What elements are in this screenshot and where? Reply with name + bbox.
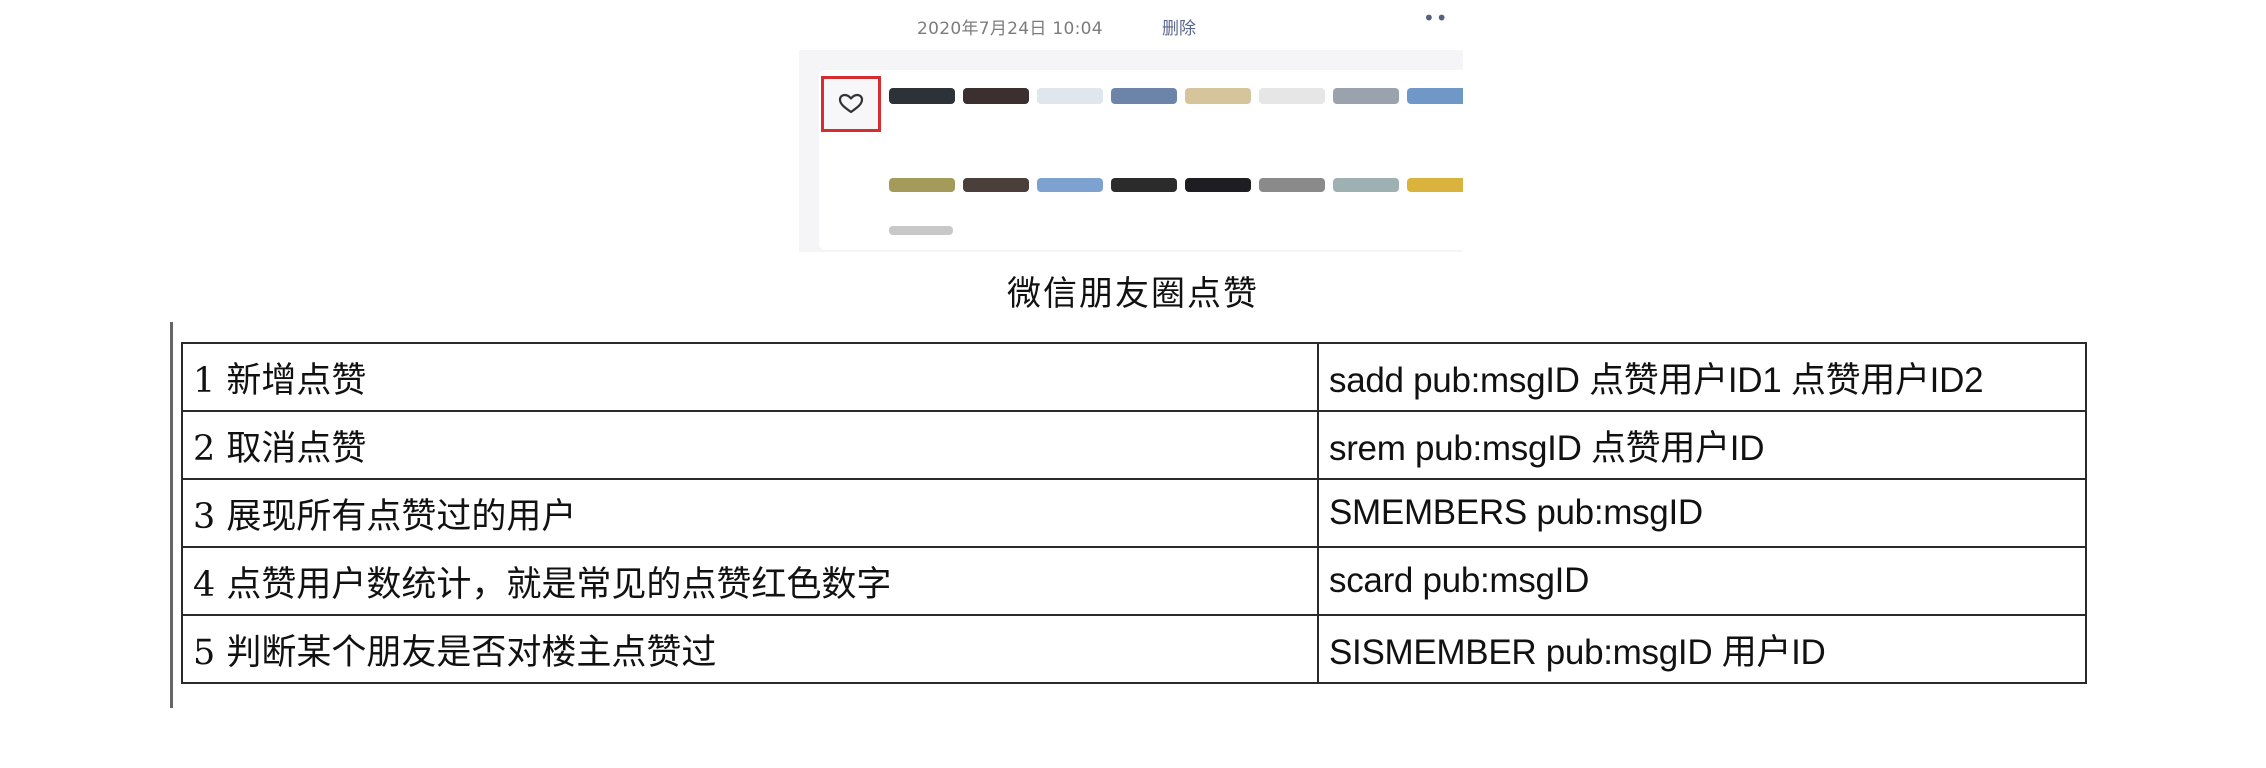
- liker-avatar[interactable]: [1037, 88, 1103, 104]
- table-row: 3 展现所有点赞过的用户 SMEMBERS pub:msgID: [181, 478, 2087, 548]
- operation-description: 3 展现所有点赞过的用户: [181, 478, 1319, 548]
- table-row: 5 判断某个朋友是否对楼主点赞过 SISMEMBER pub:msgID 用户I…: [181, 614, 2087, 684]
- operation-description: 4 点赞用户数统计，就是常见的点赞红色数字: [181, 546, 1319, 616]
- more-options-icon[interactable]: ••: [1423, 8, 1449, 28]
- liker-avatar[interactable]: [1037, 178, 1103, 192]
- liker-avatar[interactable]: [963, 178, 1029, 192]
- delete-link[interactable]: 删除: [1162, 14, 1196, 39]
- redis-command: SISMEMBER pub:msgID 用户ID: [1317, 614, 2087, 684]
- like-button[interactable]: [821, 76, 881, 132]
- post-header: 2020年7月24日 10:04 删除 ••: [799, 0, 1463, 50]
- redis-command: sadd pub:msgID 点赞用户ID1 点赞用户ID2: [1317, 342, 2087, 412]
- liker-avatar[interactable]: [889, 178, 955, 192]
- liker-avatar[interactable]: [1185, 88, 1251, 104]
- heart-outline-icon: [838, 93, 864, 114]
- liker-avatar[interactable]: [1259, 88, 1325, 104]
- redis-set-commands-table: 1 新增点赞 sadd pub:msgID 点赞用户ID1 点赞用户ID2 2 …: [181, 342, 2087, 684]
- table-row: 4 点赞用户数统计，就是常见的点赞红色数字 scard pub:msgID: [181, 546, 2087, 616]
- liker-avatar[interactable]: [1185, 178, 1251, 192]
- moments-post-screenshot: 2020年7月24日 10:04 删除 ••: [799, 0, 1463, 252]
- liker-avatar[interactable]: [889, 88, 955, 104]
- liker-avatar[interactable]: [963, 88, 1029, 104]
- redis-command: SMEMBERS pub:msgID: [1317, 478, 2087, 548]
- liker-avatar[interactable]: [1333, 88, 1399, 104]
- liker-avatar[interactable]: [1407, 88, 1463, 104]
- post-timestamp: 2020年7月24日 10:04: [917, 19, 1103, 39]
- liker-avatar[interactable]: [1259, 178, 1325, 192]
- scrollbar-thumb[interactable]: [889, 226, 953, 235]
- figure-caption: 微信朋友圈点赞: [1007, 274, 1259, 314]
- redis-command: srem pub:msgID 点赞用户ID: [1317, 410, 2087, 480]
- operation-description: 1 新增点赞: [181, 342, 1319, 412]
- liker-avatar[interactable]: [1111, 88, 1177, 104]
- table-row: 1 新增点赞 sadd pub:msgID 点赞用户ID1 点赞用户ID2: [181, 342, 2087, 412]
- operation-description: 2 取消点赞: [181, 410, 1319, 480]
- liker-avatar[interactable]: [1111, 178, 1177, 192]
- page-left-rule: [170, 322, 173, 708]
- table-row: 2 取消点赞 srem pub:msgID 点赞用户ID: [181, 410, 2087, 480]
- redis-command: scard pub:msgID: [1317, 546, 2087, 616]
- liker-avatar[interactable]: [1333, 178, 1399, 192]
- liker-avatar[interactable]: [1407, 178, 1463, 192]
- operation-description: 5 判断某个朋友是否对楼主点赞过: [181, 614, 1319, 684]
- likes-panel: [819, 70, 1463, 250]
